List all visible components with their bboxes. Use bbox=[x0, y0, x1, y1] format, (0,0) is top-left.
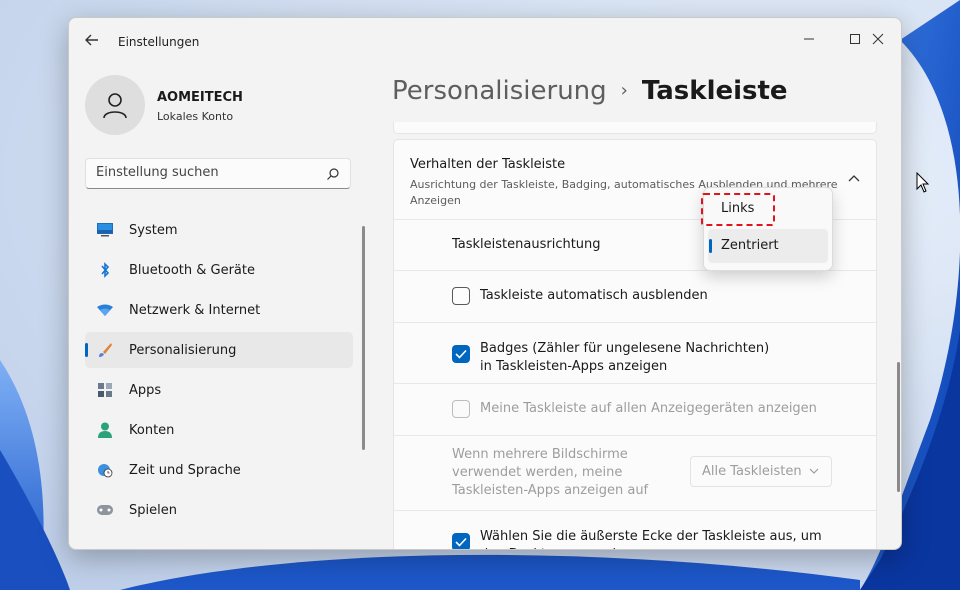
minimize-icon bbox=[804, 38, 814, 40]
sidebar-item-label: Netzwerk & Internet bbox=[129, 302, 261, 318]
arrow-left-icon bbox=[85, 34, 98, 46]
auto-hide-checkbox[interactable] bbox=[452, 287, 470, 305]
account-name: AOMEITECH bbox=[157, 90, 243, 105]
sidebar-item-label: Konten bbox=[129, 422, 175, 438]
close-icon bbox=[872, 33, 884, 45]
far-corner-label: Wählen Sie die äußerste Ecke der Tasklei… bbox=[480, 529, 822, 549]
sidebar-item-label: Spielen bbox=[129, 502, 177, 518]
minimize-button[interactable] bbox=[786, 24, 832, 54]
breadcrumb-parent[interactable]: Personalisierung bbox=[392, 76, 607, 106]
search-icon[interactable] bbox=[326, 167, 340, 181]
sidebar-item-label: Zeit und Sprache bbox=[129, 462, 241, 478]
multi-display-label: Wenn mehrere Bildschirme verwendet werde… bbox=[452, 447, 649, 498]
sidebar-item-network[interactable]: Netzwerk & Internet bbox=[85, 292, 353, 328]
far-corner-checkbox[interactable] bbox=[452, 533, 470, 549]
breadcrumb: Personalisierung › Taskleiste bbox=[392, 76, 788, 106]
sidebar-scrollbar[interactable] bbox=[362, 226, 365, 450]
alignment-option-zentriert[interactable]: Zentriert bbox=[708, 229, 828, 263]
sidebar-item-system[interactable]: System bbox=[85, 212, 353, 248]
account-type: Lokales Konto bbox=[157, 110, 234, 123]
wifi-icon bbox=[97, 302, 113, 318]
sidebar-item-apps[interactable]: Apps bbox=[85, 372, 353, 408]
brush-icon bbox=[97, 342, 113, 358]
badges-checkbox[interactable] bbox=[452, 345, 470, 363]
mouse-pointer-icon bbox=[916, 172, 930, 193]
avatar bbox=[85, 75, 145, 135]
chevron-up-icon[interactable] bbox=[848, 174, 860, 182]
auto-hide-label: Taskleiste automatisch ausblenden bbox=[480, 288, 708, 303]
sidebar-item-time-language[interactable]: Zeit und Sprache bbox=[85, 452, 353, 488]
sidebar-item-accounts[interactable]: Konten bbox=[85, 412, 353, 448]
app-title: Einstellungen bbox=[118, 35, 200, 49]
content-scrollbar[interactable] bbox=[897, 362, 900, 492]
badges-label: Badges (Zähler für ungelesene Nachrichte… bbox=[480, 341, 770, 374]
apps-icon bbox=[97, 382, 113, 398]
sidebar-item-label: Personalisierung bbox=[129, 342, 237, 358]
page-title: Taskleiste bbox=[641, 76, 788, 106]
multi-display-dropdown[interactable]: Alle Taskleisten bbox=[690, 456, 832, 487]
multi-display-row: Wenn mehrere Bildschirme verwendet werde… bbox=[394, 436, 876, 511]
previous-card bbox=[393, 122, 877, 134]
search-box[interactable] bbox=[85, 158, 351, 189]
active-indicator bbox=[85, 343, 88, 357]
option-label: Zentriert bbox=[721, 238, 779, 253]
bluetooth-icon bbox=[97, 262, 113, 278]
person-icon bbox=[103, 93, 127, 119]
highlight-box bbox=[701, 193, 775, 226]
monitor-icon bbox=[97, 222, 113, 238]
settings-window: Einstellungen AOMEITECH Lokales Konto Sy… bbox=[68, 17, 902, 550]
close-button[interactable] bbox=[855, 24, 901, 54]
badges-row: Badges (Zähler für ungelesene Nachrichte… bbox=[394, 323, 876, 384]
auto-hide-row: Taskleiste automatisch ausblenden bbox=[394, 271, 876, 323]
person-icon bbox=[97, 422, 113, 438]
alignment-label: Taskleistenausrichtung bbox=[452, 237, 601, 252]
sidebar-item-gaming[interactable]: Spielen bbox=[85, 492, 353, 528]
section-title: Verhalten der Taskleiste bbox=[410, 157, 566, 172]
breadcrumb-separator-icon: › bbox=[620, 80, 628, 101]
chevron-down-icon bbox=[809, 468, 819, 474]
back-button[interactable] bbox=[82, 30, 102, 50]
checkmark-icon bbox=[455, 537, 467, 547]
multi-display-value: Alle Taskleisten bbox=[702, 464, 802, 479]
sidebar-item-label: Bluetooth & Geräte bbox=[129, 262, 255, 278]
sidebar-item-bluetooth[interactable]: Bluetooth & Geräte bbox=[85, 252, 353, 288]
selected-indicator bbox=[709, 239, 712, 253]
search-input[interactable] bbox=[96, 165, 316, 180]
title-bar: Einstellungen bbox=[69, 18, 901, 66]
globe-clock-icon bbox=[97, 462, 113, 478]
all-displays-label: Meine Taskleiste auf allen Anzeigegeräte… bbox=[480, 401, 817, 416]
checkmark-icon bbox=[455, 349, 467, 359]
all-displays-row: Meine Taskleiste auf allen Anzeigegeräte… bbox=[394, 384, 876, 436]
all-displays-checkbox[interactable] bbox=[452, 400, 470, 418]
sidebar-item-label: Apps bbox=[129, 382, 162, 398]
sidebar-nav: System Bluetooth & Geräte Netzwerk & Int… bbox=[85, 212, 353, 532]
gamepad-icon bbox=[97, 502, 113, 518]
sidebar-item-personalization[interactable]: Personalisierung bbox=[85, 332, 353, 368]
sidebar-item-label: System bbox=[129, 222, 178, 238]
far-corner-row: Wählen Sie die äußerste Ecke der Tasklei… bbox=[394, 511, 876, 549]
